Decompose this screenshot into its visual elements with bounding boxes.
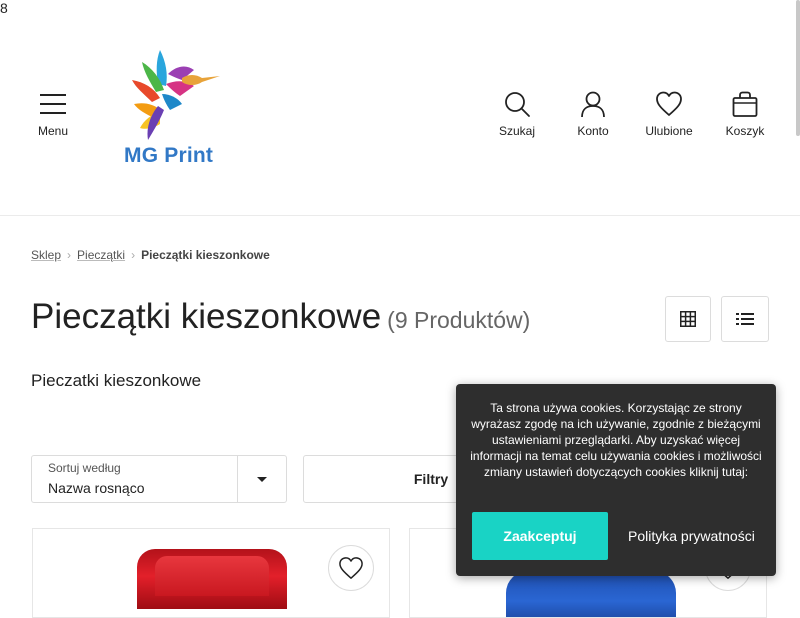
user-icon [581,91,605,118]
sort-value: Nazwa rosnąco [48,480,145,496]
grid-view-button[interactable] [665,296,711,342]
hamburger-icon [40,94,67,114]
breadcrumb-current: Pieczątki kieszonkowe [141,248,270,262]
hummingbird-logo-icon [132,50,220,140]
category-description: Pieczatki kieszonkowe [31,371,202,390]
page-title-row: Pieczątki kieszonkowe (9 Produktów) [31,297,530,337]
search-label: Szukaj [498,124,536,138]
caret-down-icon [257,476,267,482]
chevron-right-icon: › [131,248,136,262]
menu-label: Menu [38,124,69,138]
breadcrumb-link-shop[interactable]: Sklep [31,248,61,262]
heart-icon [656,91,682,116]
favorites-label: Ulubione [645,124,693,138]
cart-label: Koszyk [725,124,765,138]
account-label: Konto [577,124,609,138]
list-view-button[interactable] [721,296,769,342]
product-count: (9 Produktów) [387,307,531,333]
product-image-red-stamp[interactable] [137,549,287,609]
cookie-message: Ta strona używa cookies. Korzystając ze … [470,401,762,479]
add-to-favorites-button[interactable] [328,545,374,591]
search-button[interactable]: Szukaj [494,90,540,138]
page-title: Pieczątki kieszonkowe [31,297,382,336]
sort-label: Sortuj według [48,461,121,475]
chevron-right-icon: › [67,248,72,262]
favorites-button[interactable]: Ulubione [640,90,698,138]
breadcrumb-link-stamps[interactable]: Pieczątki [77,248,125,262]
privacy-policy-link[interactable]: Polityka prywatności [628,512,755,560]
menu-button[interactable]: Menu [38,92,68,138]
account-button[interactable]: Konto [570,90,616,138]
breadcrumb: Sklep › Pieczątki › Pieczątki kieszonkow… [31,248,270,262]
sort-dropdown-toggle[interactable] [237,456,286,502]
heart-icon [339,557,363,579]
product-card[interactable] [32,528,390,618]
cart-button[interactable]: Koszyk [722,90,768,138]
search-icon [505,92,530,117]
cookie-consent-banner: Ta strona używa cookies. Korzystając ze … [456,384,776,576]
product-image-blue-stamp[interactable] [506,571,676,617]
sort-select[interactable]: Sortuj według Nazwa rosnąco [31,455,287,503]
accept-cookies-button[interactable]: Zaakceptuj [472,512,608,560]
list-icon [736,313,754,325]
grid-icon [680,311,696,327]
logo-text: MG Print [124,144,214,167]
shopping-bag-icon [732,91,758,117]
site-header: Menu MG Print Szukaj Konto Ulubione Kosz… [0,0,800,216]
